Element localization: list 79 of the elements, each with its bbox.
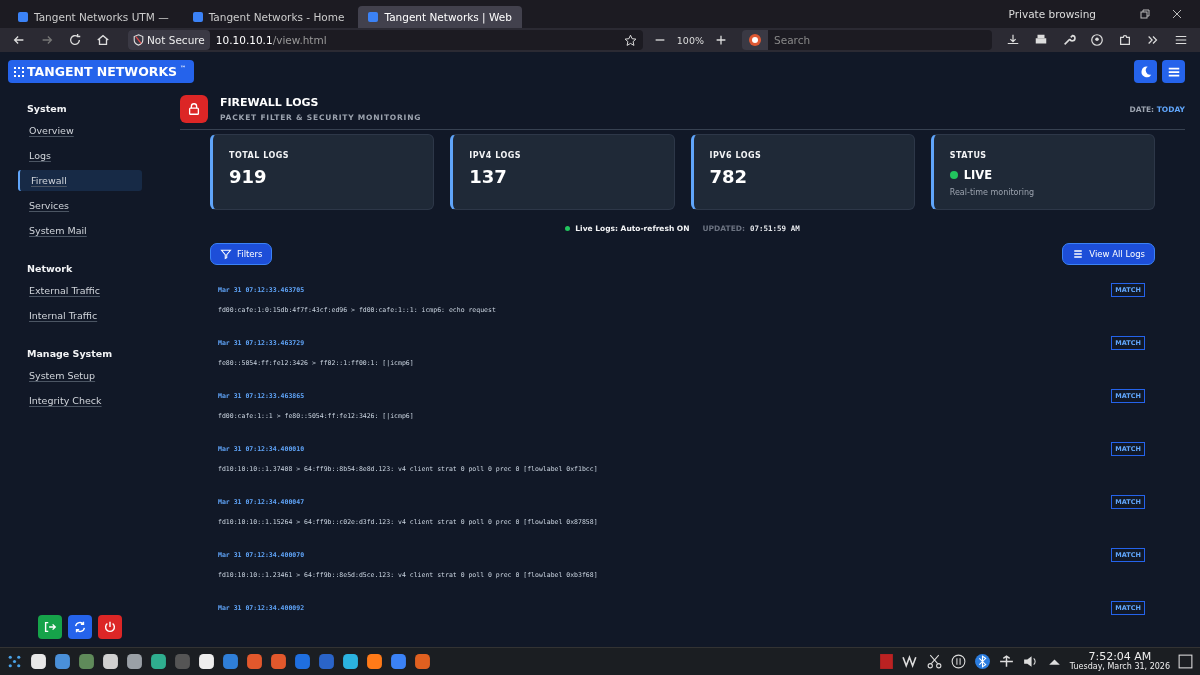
stat-value: 137 bbox=[469, 166, 508, 187]
live-dot bbox=[565, 226, 571, 231]
home-icon[interactable] bbox=[96, 33, 110, 47]
extensions-icon[interactable] bbox=[1118, 33, 1132, 47]
stat-label: STATUS bbox=[949, 151, 988, 160]
status-note: Real-time monitoring bbox=[949, 188, 1036, 197]
app-icon[interactable] bbox=[102, 653, 119, 670]
logout-button[interactable] bbox=[38, 615, 62, 639]
sidebar-item[interactable]: Logs bbox=[18, 145, 142, 166]
stat-label: TOTAL LOGS bbox=[229, 151, 291, 160]
stat-value: 782 bbox=[709, 166, 749, 187]
back-icon[interactable] bbox=[12, 33, 26, 47]
app-icon[interactable] bbox=[342, 653, 359, 670]
sidebar-heading: System bbox=[26, 103, 68, 114]
security-badge[interactable]: Not Secure bbox=[128, 30, 210, 50]
filter-icon bbox=[220, 248, 232, 260]
overflow-icon[interactable] bbox=[1146, 33, 1160, 47]
app-icon[interactable] bbox=[126, 653, 143, 670]
bookmark-star-icon[interactable] bbox=[623, 33, 637, 47]
app-icon[interactable] bbox=[150, 653, 167, 670]
moon-icon bbox=[1138, 64, 1153, 79]
restore-icon[interactable] bbox=[1140, 9, 1150, 19]
wrench-icon[interactable] bbox=[1062, 33, 1076, 47]
save-icon[interactable] bbox=[1006, 33, 1020, 47]
show-desktop-icon[interactable] bbox=[1177, 653, 1194, 670]
sidebar-item[interactable]: System Mail bbox=[18, 220, 142, 241]
sidebar-heading: Network bbox=[26, 263, 74, 274]
sidebar-item[interactable]: System Setup bbox=[18, 365, 142, 386]
menu-button[interactable] bbox=[1162, 60, 1185, 83]
menu-icon[interactable] bbox=[1174, 33, 1188, 47]
page-title: FIREWALL LOGS bbox=[220, 96, 320, 109]
address-bar[interactable]: Not Secure 10.10.10.1/view.html bbox=[128, 30, 643, 50]
pause-icon[interactable] bbox=[949, 653, 967, 670]
list-icon bbox=[1072, 248, 1085, 260]
browser-tab[interactable]: Tangent Networks UTM — bbox=[8, 6, 179, 28]
brand-logo[interactable]: TANGENT NETWORKS $^{™}$ bbox=[8, 60, 195, 83]
account-icon[interactable] bbox=[1090, 33, 1104, 47]
sidebar-item[interactable]: External Traffic bbox=[18, 280, 142, 301]
search-engine-icon[interactable] bbox=[742, 30, 768, 50]
status-value: LIVE bbox=[963, 168, 993, 182]
stat-label: IPV6 LOGS bbox=[709, 151, 763, 160]
bluetooth-icon[interactable] bbox=[973, 653, 991, 670]
browser-tab[interactable]: Tangent Networks - Home bbox=[182, 6, 355, 28]
volume-icon[interactable] bbox=[1021, 653, 1039, 670]
refresh-icon bbox=[73, 620, 87, 634]
sidebar-item[interactable]: Internal Traffic bbox=[18, 305, 142, 326]
scissors-icon[interactable] bbox=[925, 653, 943, 670]
filters-button[interactable]: Filters bbox=[210, 243, 273, 265]
app-icon[interactable] bbox=[198, 653, 215, 670]
status-dot bbox=[949, 171, 958, 179]
sidebar-item[interactable]: Firewall bbox=[18, 170, 142, 191]
power-icon bbox=[103, 620, 117, 634]
stat-value: 919 bbox=[229, 166, 268, 187]
close-icon[interactable] bbox=[1172, 9, 1182, 19]
clock[interactable]: 7:52:04 AM Tuesday, March 31, 2026 bbox=[1069, 651, 1170, 672]
print-icon[interactable] bbox=[1034, 33, 1048, 47]
url-text: 10.10.10.1/view.html bbox=[215, 34, 328, 46]
sidebar-heading: Manage System bbox=[26, 348, 114, 359]
sidebar-item[interactable]: Integrity Check bbox=[18, 390, 142, 411]
search-field[interactable]: Search bbox=[768, 30, 992, 50]
lock-icon bbox=[180, 95, 208, 123]
sidebar-item[interactable]: Overview bbox=[18, 120, 142, 141]
zoom-in-icon[interactable] bbox=[714, 33, 728, 47]
sidebar-item[interactable]: Services bbox=[18, 195, 142, 216]
view-all-logs-button[interactable]: View All Logs bbox=[1062, 243, 1155, 265]
browser-tab[interactable]: Tangent Networks | Web bbox=[358, 6, 522, 28]
refresh-button[interactable] bbox=[68, 615, 92, 639]
app-icon[interactable] bbox=[366, 653, 383, 670]
forward-icon[interactable] bbox=[40, 33, 54, 47]
app-launcher-icon[interactable] bbox=[6, 653, 23, 670]
private-browsing-label: Private browsing bbox=[1008, 8, 1096, 20]
power-button[interactable] bbox=[98, 615, 122, 639]
reload-icon[interactable] bbox=[68, 33, 82, 47]
logout-icon bbox=[43, 620, 57, 634]
app-icon[interactable] bbox=[30, 653, 47, 670]
zoom-level[interactable]: 100% bbox=[676, 34, 704, 46]
tray-icon[interactable] bbox=[901, 653, 919, 670]
theme-toggle-button[interactable] bbox=[1134, 60, 1157, 83]
stat-label: IPV4 LOGS bbox=[469, 151, 523, 160]
